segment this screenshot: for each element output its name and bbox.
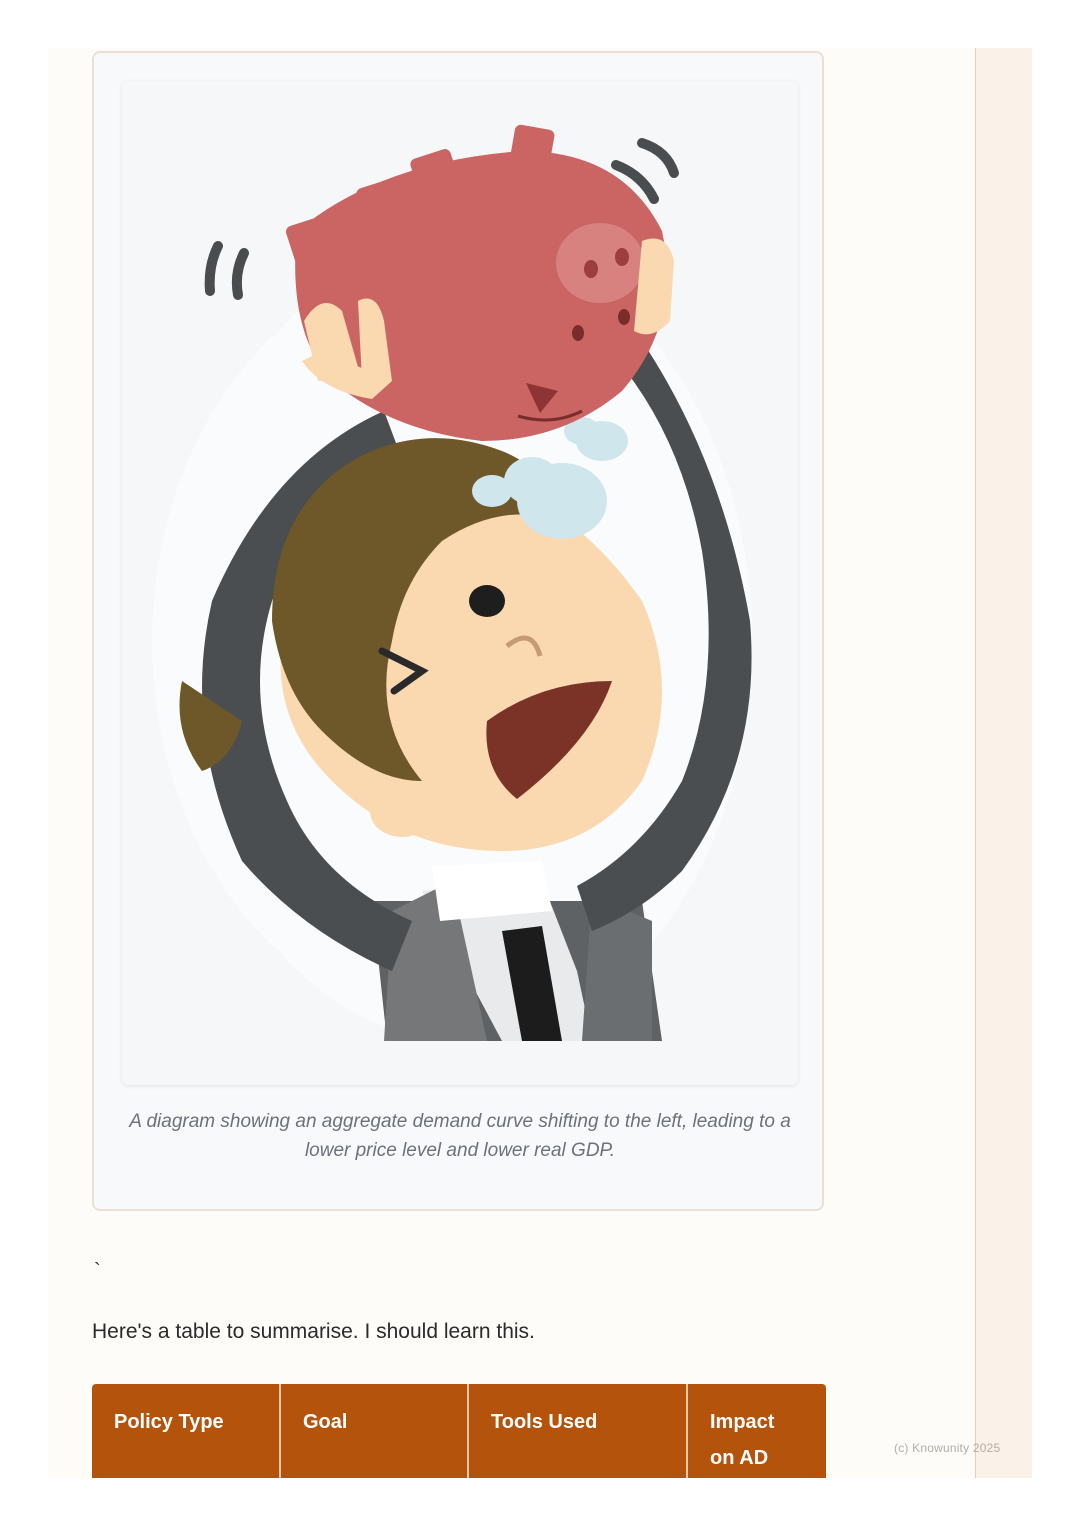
figure-card: A diagram showing an aggregate demand cu… [92, 51, 824, 1211]
header-impact-on-ad: Impact on AD [687, 1384, 826, 1478]
side-margin-panel [976, 48, 1032, 1478]
header-policy-type: Policy Type [92, 1384, 281, 1478]
table-header-row: Policy Type Goal Tools Used Impact on AD [92, 1384, 826, 1478]
stray-backtick: ` [94, 1260, 101, 1282]
summary-table: Policy Type Goal Tools Used Impact on AD [92, 1384, 826, 1478]
piggy-bank-cartoon-illustration [122, 81, 798, 1085]
intro-paragraph: Here's a table to summarise. I should le… [92, 1320, 535, 1343]
document-page: A diagram showing an aggregate demand cu… [48, 48, 1032, 1478]
header-tools-used: Tools Used [468, 1384, 688, 1478]
figure-image [122, 81, 798, 1085]
watermark: (c) Knowunity 2025 [894, 1441, 1001, 1455]
header-goal: Goal [280, 1384, 469, 1478]
figure-caption: A diagram showing an aggregate demand cu… [129, 1111, 791, 1161]
